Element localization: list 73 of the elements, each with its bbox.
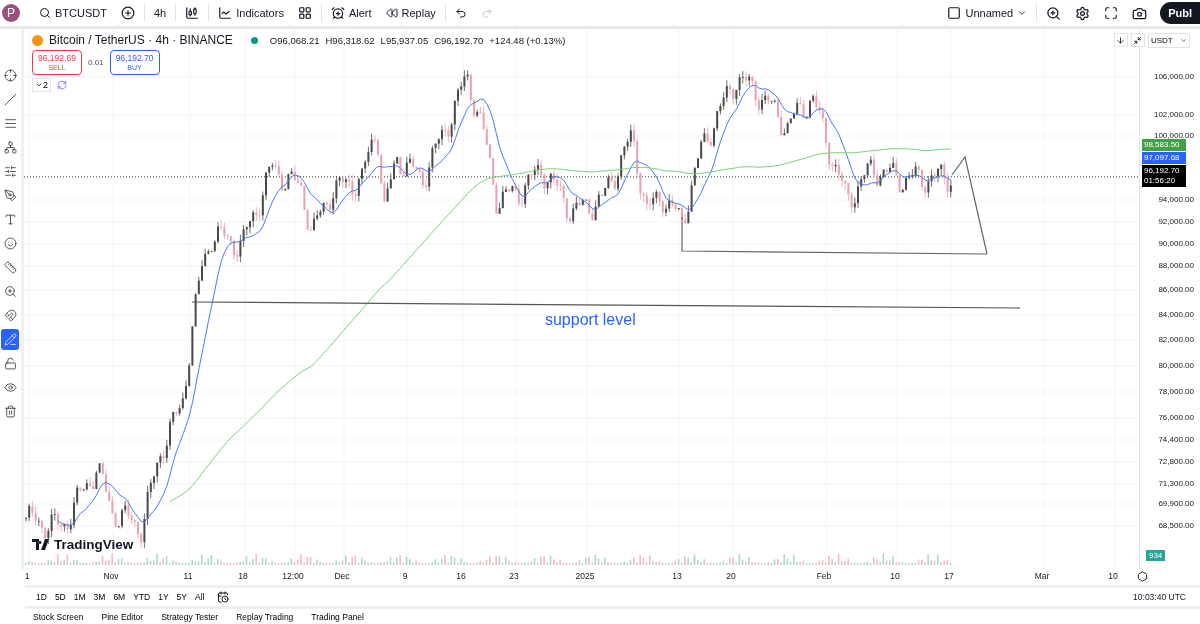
tradingview-logo: TradingView <box>31 537 134 553</box>
price-tick: 78,000.00 <box>1158 387 1194 397</box>
panel-tab[interactable]: Replay Trading <box>236 611 294 622</box>
chart-annotation: support level <box>544 311 636 330</box>
time-tick: 11 <box>183 571 193 582</box>
range-button[interactable]: 3M <box>90 592 109 603</box>
ohlc-value: H96,318.62 <box>325 34 375 46</box>
time-tick: 16 <box>456 571 466 582</box>
ohlc-value: L95,937.05 <box>380 34 429 46</box>
time-tick: 13 <box>672 571 682 582</box>
symbol-search[interactable]: BTCUSDT <box>34 5 112 22</box>
time-tick: 9 <box>402 571 408 582</box>
price-tick: 100,000.00 <box>1153 131 1194 141</box>
time-tick: 18 <box>238 571 248 582</box>
time-tick: 10 <box>890 571 900 582</box>
time-tick: 20 <box>726 571 736 582</box>
price-tick: 94,000.00 <box>1158 195 1194 205</box>
publish-button[interactable]: Publ <box>1160 2 1200 25</box>
volume-badge: 934 <box>1145 550 1166 562</box>
alert-button[interactable]: Alert <box>325 4 377 23</box>
price-tick: 71,300.00 <box>1158 479 1194 489</box>
price-marker: 96,192.70 01:56:20 <box>1141 165 1186 187</box>
price-tick: 72,800.00 <box>1158 457 1194 467</box>
time-tick: 12:00 <box>282 571 304 582</box>
panel-tab[interactable]: Trading Panel <box>311 611 364 622</box>
price-tick: 90,000.00 <box>1158 239 1194 249</box>
price-change: +124.48 (+0.13%) <box>489 34 566 46</box>
ohlc-value: C96,192.70 <box>434 34 484 46</box>
time-tick: 1 <box>24 571 30 582</box>
spread-value: 0.01 <box>87 58 104 68</box>
interval-button[interactable]: 4h <box>148 5 172 22</box>
range-button[interactable]: 5D <box>51 592 69 603</box>
time-tick: 2025 <box>575 571 595 582</box>
replay-button[interactable]: Replay <box>380 5 441 22</box>
time-tick: Nov <box>103 571 119 582</box>
price-tick: 86,000.00 <box>1158 285 1194 295</box>
time-tick: 10 <box>1108 571 1118 582</box>
price-tick: 82,000.00 <box>1158 335 1194 345</box>
clock: 10:03:40 UTC <box>1133 592 1186 603</box>
layout-button[interactable]: Unnamed <box>942 4 1033 23</box>
range-button[interactable]: YTD <box>130 592 154 603</box>
time-tick: Dec <box>334 571 350 582</box>
time-tick: 23 <box>509 571 519 582</box>
price-tick: 84,000.00 <box>1158 310 1194 320</box>
price-tick: 88,000.00 <box>1158 261 1194 271</box>
price-tick: 80,000.00 <box>1158 361 1194 371</box>
price-marker: 97,097.68 <box>1141 152 1186 164</box>
panel-tab[interactable]: Pine Editor <box>101 611 144 622</box>
panel-tab[interactable]: Strategy Tester <box>161 611 219 622</box>
indicators-toggle[interactable]: 2 <box>31 78 51 93</box>
price-tick: 68,500.00 <box>1158 521 1194 531</box>
range-button[interactable]: 5Y <box>173 592 190 603</box>
range-button[interactable]: 1Y <box>155 592 172 603</box>
indicators-button[interactable]: Indicators <box>213 4 289 23</box>
price-tick: 92,000.00 <box>1158 217 1194 227</box>
ohlc-value: O96,068.21 <box>269 34 320 46</box>
time-tick: Mar <box>1034 571 1050 582</box>
symbol-title: Bitcoin / TetherUS · 4h · BINANCE <box>48 33 233 48</box>
range-button[interactable]: 6M <box>110 592 129 603</box>
currency-select[interactable]: USDT <box>1147 33 1190 49</box>
range-button[interactable]: 1D <box>33 592 50 603</box>
time-tick: 17 <box>944 571 954 582</box>
range-button[interactable]: 1M <box>70 592 89 603</box>
range-button[interactable]: All <box>192 592 208 603</box>
price-tick: 74,400.00 <box>1158 435 1194 445</box>
price-tick: 76,000.00 <box>1158 413 1194 423</box>
price-tick: 69,900.00 <box>1158 499 1194 509</box>
price-marker: 98,583.50 <box>1141 139 1186 151</box>
time-tick: Feb <box>816 571 832 582</box>
price-tick: 102,000.00 <box>1153 110 1194 120</box>
user-avatar[interactable]: P <box>2 4 20 23</box>
price-tick: 106,000.00 <box>1153 72 1194 82</box>
panel-tab[interactable]: Stock Screen <box>33 611 84 622</box>
